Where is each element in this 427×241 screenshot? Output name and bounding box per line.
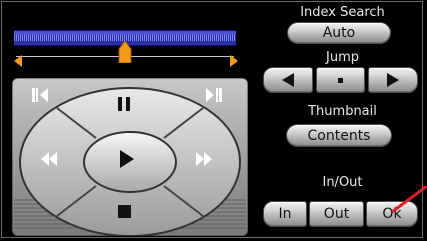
- seek-thumb[interactable]: [118, 41, 132, 63]
- step-back-icon[interactable]: [32, 88, 48, 102]
- rewind-icon[interactable]: [41, 152, 57, 166]
- index-search-label: Index Search: [300, 5, 385, 20]
- jump-forward-button[interactable]: [368, 67, 418, 93]
- play-icon[interactable]: [120, 150, 134, 168]
- jump-stop-button[interactable]: [316, 67, 365, 93]
- jump-back-button[interactable]: [263, 67, 313, 93]
- player-control-panel: Index Search Auto Jump Thumbnail Content…: [0, 0, 427, 241]
- seek-left-arrow-icon[interactable]: [14, 55, 22, 67]
- fast-forward-icon[interactable]: [196, 152, 212, 166]
- stop-dot-icon: [338, 77, 343, 83]
- step-forward-icon[interactable]: [206, 88, 222, 102]
- triangle-left-icon: [282, 73, 294, 87]
- auto-button[interactable]: Auto: [287, 22, 391, 44]
- contents-button[interactable]: Contents: [286, 124, 392, 147]
- out-button[interactable]: Out: [309, 201, 364, 227]
- thumbnail-label: Thumbnail: [308, 104, 377, 119]
- pointer-arrow-icon: [391, 186, 427, 214]
- in-button[interactable]: In: [263, 201, 307, 227]
- triangle-right-icon: [387, 73, 399, 87]
- stop-icon[interactable]: [118, 205, 131, 218]
- seek-right-arrow-icon[interactable]: [230, 55, 238, 67]
- seek-bar-ticks: [14, 34, 236, 41]
- pause-icon[interactable]: [118, 97, 130, 111]
- jump-label: Jump: [326, 50, 359, 65]
